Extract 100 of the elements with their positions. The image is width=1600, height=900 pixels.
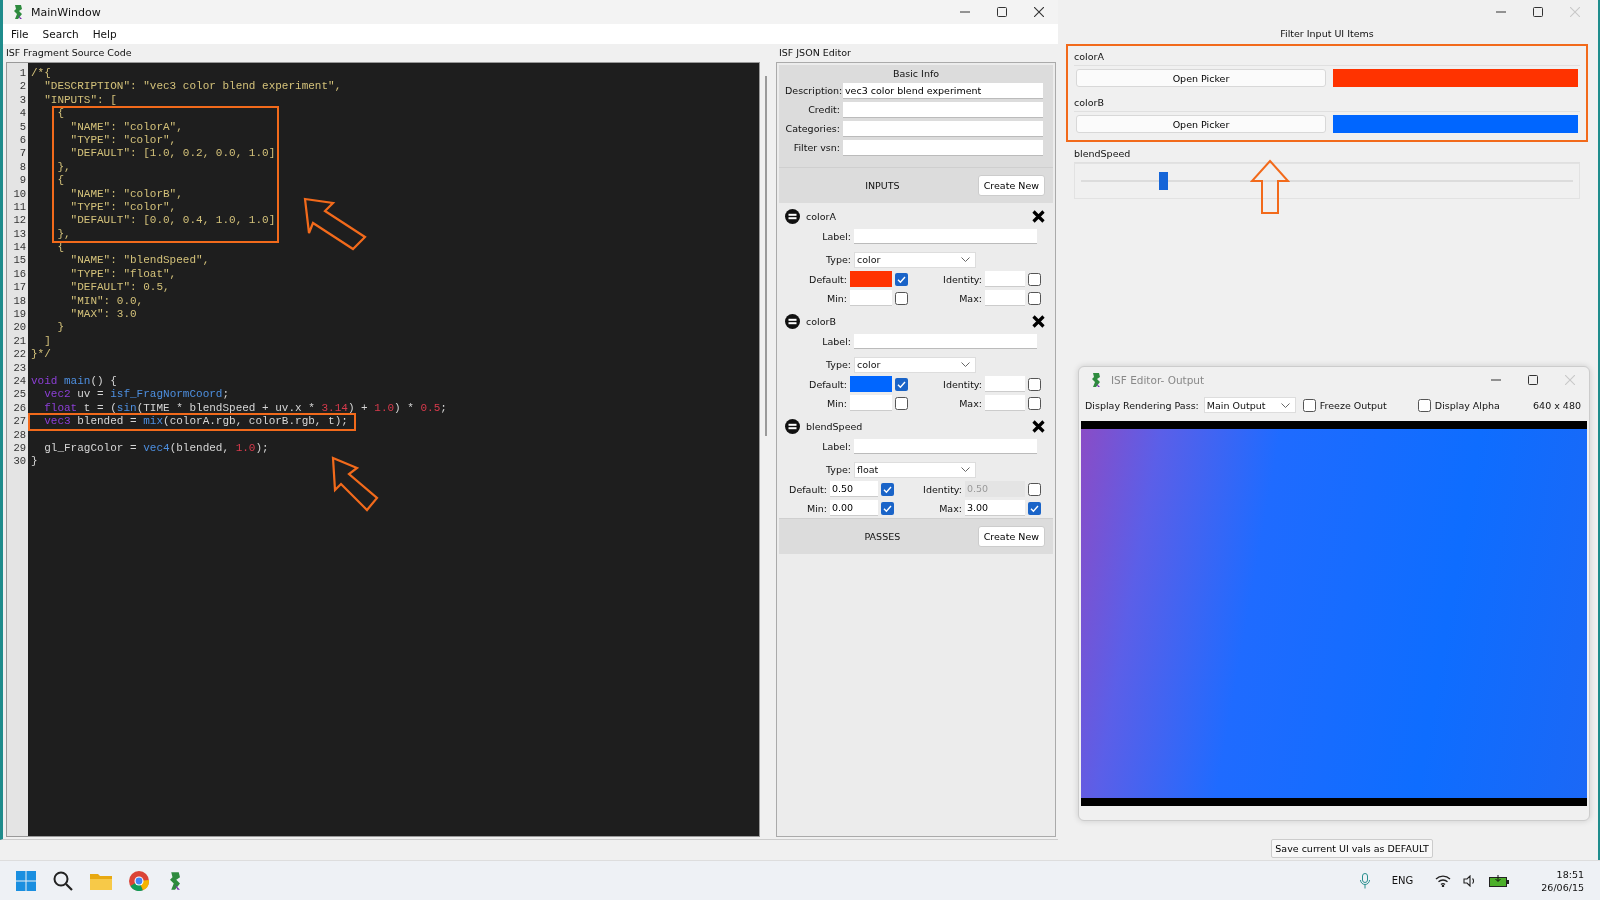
input-field[interactable]: 0.00 xyxy=(830,500,878,516)
code-line: gl_FragColor = vec4(blended, 1.0); xyxy=(43,441,269,456)
clock-date[interactable]: 26/06/15 xyxy=(1541,880,1584,894)
code-line: float t = (sin(TIME * blendSpeed + uv.x * 3.14) + 1.0) * 0.5; xyxy=(43,401,447,416)
line-number: 1 xyxy=(18,67,27,81)
field-label: Min: xyxy=(805,502,827,514)
input-field[interactable]: 3.00 xyxy=(965,500,1025,516)
input-field[interactable]: 0.50 xyxy=(830,481,878,497)
field-label: Type: xyxy=(824,254,851,265)
line-number: 25 xyxy=(12,388,27,402)
code-line: "DEFAULT": [1.0, 0.2, 0.0, 1.0] xyxy=(69,147,276,161)
clock-time[interactable]: 18:51 xyxy=(1556,867,1584,881)
input-name: colorB xyxy=(806,315,837,327)
window-title: ISF Editor- Output xyxy=(1111,374,1206,386)
input-name: blendSpeed xyxy=(1074,148,1580,163)
code-line: ] xyxy=(43,334,51,349)
input-field[interactable]: vec3 color blend experiment xyxy=(843,82,1043,99)
create-new-button[interactable]: Create New xyxy=(977,175,1045,196)
input-name: colorB xyxy=(1074,97,1580,112)
field-label: Max: xyxy=(958,292,982,304)
code-line: "TYPE": "color", xyxy=(69,200,177,215)
line-number: 20 xyxy=(12,321,27,335)
field-label: Max: xyxy=(958,397,982,409)
code-line: "MIN": 0.0, xyxy=(69,294,144,309)
open-picker-button[interactable]: Open Picker xyxy=(1076,115,1326,133)
line-number: 2 xyxy=(18,80,27,94)
panel-title: ISF Fragment Source Code xyxy=(5,46,133,60)
field-label: Identity: xyxy=(922,483,962,495)
code-line: { xyxy=(56,174,64,188)
input-name: blendSpeed xyxy=(806,420,864,432)
line-number: 24 xyxy=(12,375,27,389)
code-line: "NAME": "colorA", xyxy=(69,120,183,134)
menu-item[interactable]: Search xyxy=(42,28,79,40)
field-label: Identity: xyxy=(942,378,982,390)
type-dropdown[interactable]: color xyxy=(854,356,976,373)
menu-item[interactable]: File xyxy=(11,28,29,40)
checkbox-label[interactable]: Display Alpha xyxy=(1434,399,1500,411)
line-number: 13 xyxy=(12,227,27,242)
code-line: } xyxy=(56,321,64,335)
field-label: Credit: xyxy=(807,104,840,115)
pass-dropdown[interactable]: Main Output xyxy=(1203,397,1296,413)
code-line: }*/ xyxy=(31,348,51,362)
line-number: 5 xyxy=(18,120,27,134)
code-line: { xyxy=(56,107,64,121)
line-number: 9 xyxy=(18,174,27,188)
field-label: Display Rendering Pass: xyxy=(1085,399,1199,411)
line-number: 30 xyxy=(12,455,27,469)
field-label: Filter vsn: xyxy=(792,142,840,153)
line-number: 4 xyxy=(18,107,27,121)
code-line: }, xyxy=(56,160,71,175)
type-dropdown[interactable]: float xyxy=(854,461,976,478)
input-name: colorA xyxy=(1074,51,1580,66)
section-title: PASSES xyxy=(863,531,902,542)
line-number: 18 xyxy=(12,294,27,309)
type-dropdown[interactable]: color xyxy=(854,251,976,268)
line-number: 11 xyxy=(12,200,27,215)
panel-title: ISF JSON Editor xyxy=(778,46,852,60)
line-number: 22 xyxy=(12,348,27,362)
field-label: Label: xyxy=(821,336,851,347)
code-line: "TYPE": "color", xyxy=(69,133,177,148)
code-line: "NAME": "blendSpeed", xyxy=(69,254,210,268)
field-label: Categories: xyxy=(785,123,840,134)
code-line: "NAME": "colorB", xyxy=(69,187,183,201)
line-number: 3 xyxy=(18,93,27,108)
panel-title: Filter Input UI Items xyxy=(1279,27,1375,41)
field-label: Default: xyxy=(808,378,847,390)
checkbox-label[interactable]: Freeze Output xyxy=(1319,399,1387,411)
menu-item[interactable]: Help xyxy=(92,28,117,40)
code-line: }, xyxy=(56,227,71,242)
line-number: 23 xyxy=(12,361,27,375)
field-label: Identity: xyxy=(942,273,982,285)
line-number: 29 xyxy=(12,441,27,456)
code-line: "TYPE": "float", xyxy=(69,267,177,282)
code-line: "DEFAULT": [0.0, 0.4, 1.0, 1.0] xyxy=(69,214,276,228)
save-default-button[interactable]: Save current UI vals as DEFAULT xyxy=(1271,839,1433,858)
field-label: Default: xyxy=(788,483,827,495)
code-line: "INPUTS": [ xyxy=(43,93,117,108)
resolution-label: 640 x 480 xyxy=(1533,399,1581,411)
code-line: "MAX": 3.0 xyxy=(69,308,137,322)
code-line: /*{ xyxy=(31,67,51,81)
window-title: MainWindow xyxy=(31,5,102,19)
open-picker-button[interactable]: Open Picker xyxy=(1076,69,1326,87)
language-indicator[interactable]: ENG xyxy=(1391,875,1414,886)
create-new-button[interactable]: Create New xyxy=(977,526,1045,547)
code-line: "DESCRIPTION": "vec3 color blend experiment", xyxy=(43,80,342,94)
section-title: Basic Info xyxy=(891,68,941,79)
line-number: 14 xyxy=(12,241,27,255)
line-number: 6 xyxy=(18,133,27,148)
field-label: Default: xyxy=(808,273,847,285)
line-number: 17 xyxy=(12,281,27,295)
input-name: colorA xyxy=(806,210,837,222)
field-label: Type: xyxy=(824,359,851,370)
line-number: 12 xyxy=(12,214,27,228)
code-line: } xyxy=(31,455,38,469)
field-label: Max: xyxy=(938,502,962,514)
line-number: 10 xyxy=(12,187,27,201)
line-number: 27 xyxy=(12,415,27,429)
section-title: INPUTS xyxy=(864,180,901,191)
code-line: vec2 uv = isf_FragNormCoord; xyxy=(43,388,230,402)
code-line: "DEFAULT": 0.5, xyxy=(69,281,170,295)
